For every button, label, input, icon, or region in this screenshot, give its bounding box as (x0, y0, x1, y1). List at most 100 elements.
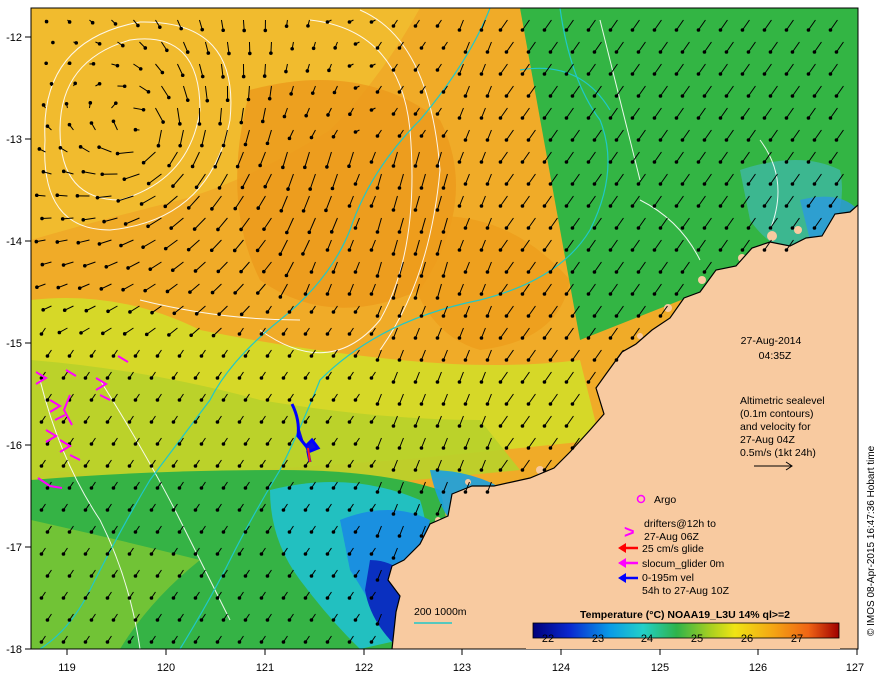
velocity-arrowhead (265, 398, 270, 402)
velocity-arrowhead (303, 332, 308, 336)
velocity-arrowhead (463, 446, 468, 450)
velocity-arrowhead (127, 464, 132, 468)
velocity-arrowhead (636, 226, 641, 230)
velocity-arrowhead (762, 204, 767, 208)
velocity-arrowhead (608, 292, 613, 296)
velocity-arrowhead (592, 358, 597, 362)
velocity-arrowhead (369, 596, 374, 600)
velocity-arrowhead (614, 270, 619, 274)
velocity-arrowhead (375, 46, 380, 50)
velocity-arrowhead (586, 116, 591, 120)
colorbar-tick: 23 (592, 633, 604, 645)
velocity-arrowhead (221, 618, 226, 622)
velocity-arrowhead (95, 195, 100, 200)
velocity-arrowhead (286, 187, 290, 191)
velocity-arrowhead (260, 119, 265, 124)
velocity-arrowhead (246, 97, 251, 102)
velocity-arrowhead (652, 292, 657, 296)
velocity-arrowhead (287, 486, 292, 490)
velocity-arrowhead (133, 530, 138, 534)
velocity-arrowhead (391, 336, 396, 340)
velocity-arrowhead (282, 114, 287, 119)
velocity-arrowhead (89, 618, 94, 622)
velocity-arrowhead (674, 292, 679, 296)
velocity-arrowhead (441, 490, 446, 494)
velocity-arrowhead (149, 596, 154, 600)
velocity-arrowhead (614, 182, 619, 186)
velocity-arrowhead (812, 94, 817, 98)
velocity-arrowhead (310, 91, 315, 95)
velocity-arrowhead (564, 160, 569, 164)
velocity-arrowhead (718, 72, 723, 76)
velocity-arrowhead (347, 420, 352, 424)
velocity-arrowhead (111, 486, 116, 490)
velocity-arrowhead (397, 230, 402, 234)
map-date: 27-Aug-2014 (741, 335, 802, 347)
velocity-arrowhead (375, 402, 380, 406)
velocity-arrowhead (105, 464, 110, 468)
velocity-arrowhead (330, 186, 335, 191)
velocity-arrowhead (564, 116, 569, 120)
velocity-arrowhead (67, 486, 72, 490)
velocity-arrowhead (186, 206, 191, 210)
velocity-arrowhead (45, 442, 50, 446)
velocity-arrowhead (526, 226, 531, 230)
velocity-arrowhead (209, 248, 214, 253)
velocity-arrowhead (702, 50, 707, 54)
velocity-arrowhead (239, 269, 243, 274)
velocity-arrowhead (309, 135, 314, 140)
velocity-arrowhead (281, 332, 286, 336)
velocity-arrowhead (526, 314, 531, 318)
velocity-arrowhead (485, 138, 490, 142)
x-tick-label: 126 (749, 662, 767, 674)
velocity-arrowhead (83, 464, 88, 468)
velocity-arrowhead (62, 308, 67, 313)
velocity-arrowhead (45, 354, 50, 358)
velocity-arrowhead (375, 490, 380, 494)
velocity-arrowhead (177, 354, 182, 358)
velocity-arrowhead (608, 116, 613, 120)
velocity-arrowhead (784, 28, 789, 32)
velocity-arrowhead (608, 248, 613, 252)
velocity-arrowhead (419, 534, 424, 538)
velocity-arrowhead (636, 138, 641, 142)
velocity-arrowhead (309, 270, 314, 274)
velocity-arrowhead (548, 446, 553, 450)
velocity-arrowhead (263, 28, 268, 33)
velocity-arrowhead (325, 332, 330, 336)
velocity-arrowhead (498, 380, 503, 384)
velocity-arrowhead (215, 508, 220, 512)
velocity-arrowhead (479, 28, 484, 32)
velocity-arrowhead (165, 48, 169, 53)
velocity-arrowhead (259, 464, 264, 468)
velocity-arrowhead (347, 508, 352, 512)
velocity-arrowhead (243, 486, 248, 490)
velocity-arrowhead (149, 420, 154, 424)
velocity-arrowhead (303, 376, 308, 380)
velocity-arrowhead (61, 263, 66, 267)
velocity-arrowhead (81, 169, 86, 174)
velocity-arrowhead (79, 331, 83, 335)
velocity-arrowhead (353, 486, 358, 490)
velocity-arrowhead (435, 252, 440, 256)
legend-argo: Argo (654, 494, 676, 506)
velocity-arrowhead (369, 20, 374, 24)
velocity-arrowhead (806, 28, 811, 32)
velocity-arrowhead (790, 138, 795, 142)
velocity-arrowhead (504, 446, 509, 450)
velocity-arrowhead (479, 248, 484, 252)
velocity-arrowhead (391, 164, 396, 168)
velocity-arrowhead (115, 151, 120, 156)
velocity-arrowhead (237, 552, 242, 556)
velocity-arrowhead (193, 596, 198, 600)
velocity-arrowhead (790, 182, 795, 186)
velocity-arrowhead (413, 208, 418, 212)
velocity-arrowhead (265, 354, 270, 358)
velocity-arrowhead (630, 72, 635, 76)
velocity-arrowhead (353, 182, 358, 186)
velocity-arrowhead (262, 74, 267, 78)
velocity-arrowhead (542, 380, 547, 384)
velocity-arrowhead (89, 398, 94, 402)
velocity-arrowhead (49, 82, 54, 86)
velocity-arrowhead (83, 263, 87, 268)
